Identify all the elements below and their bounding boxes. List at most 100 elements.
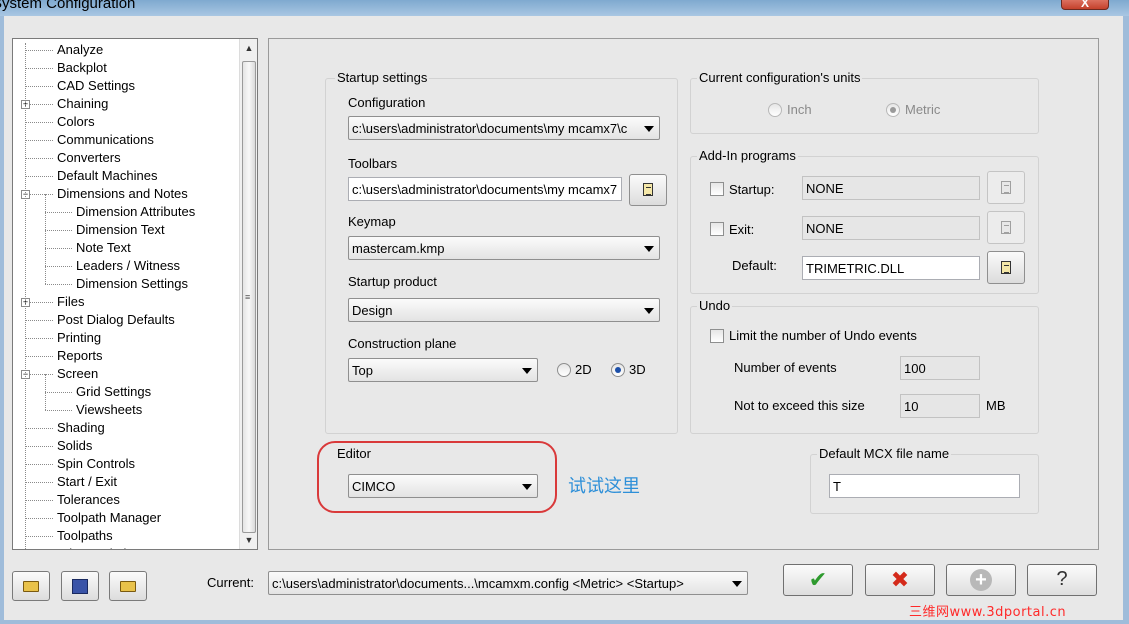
- construction-plane-dropdown[interactable]: Top: [348, 358, 538, 382]
- tree-item[interactable]: Solids: [57, 437, 92, 455]
- plane-2d-radio[interactable]: [557, 363, 571, 377]
- addin-startup-checkbox[interactable]: [710, 182, 724, 196]
- mcx-title: Default MCX file name: [817, 446, 952, 461]
- open-config-button[interactable]: [12, 571, 50, 601]
- merge-config-button[interactable]: [109, 571, 147, 601]
- tree-item[interactable]: Chaining: [57, 95, 108, 113]
- tree-item[interactable]: Dimension Settings: [76, 275, 188, 293]
- undo-events-field[interactable]: 100: [900, 356, 980, 380]
- tree-item[interactable]: Dimension Text: [76, 221, 165, 239]
- current-label: Current:: [207, 575, 254, 590]
- tree-item[interactable]: Toolpath Manager: [57, 509, 161, 527]
- save-config-button[interactable]: [61, 571, 99, 601]
- tree-connector-vertical: [25, 43, 26, 549]
- file-icon: [1001, 221, 1011, 234]
- current-config-dropdown[interactable]: c:\users\administrator\documents...\mcam…: [268, 571, 748, 595]
- tree-connector: [25, 500, 53, 501]
- tree-connector: [25, 446, 53, 447]
- tree-item[interactable]: Default Machines: [57, 167, 157, 185]
- mcx-filename-field[interactable]: T: [829, 474, 1020, 498]
- tree-item[interactable]: Communications: [57, 131, 154, 149]
- addin-default-browse-button[interactable]: [987, 251, 1025, 284]
- close-button[interactable]: X: [1061, 0, 1109, 10]
- undo-size-field[interactable]: 10: [900, 394, 980, 418]
- chevron-down-icon: [644, 246, 654, 252]
- scroll-down-arrow-icon[interactable]: ▼: [240, 531, 257, 549]
- addin-startup-browse-button[interactable]: [987, 171, 1025, 204]
- plane-3d-label: 3D: [629, 362, 646, 377]
- help-button[interactable]: ?: [1027, 564, 1097, 596]
- tree-item[interactable]: Dimensions and Notes: [57, 185, 188, 203]
- tree-item[interactable]: Files: [57, 293, 84, 311]
- startup-product-value: Design: [352, 303, 393, 318]
- undo-limit-checkbox[interactable]: [710, 329, 724, 343]
- settings-tree[interactable]: + − + − Analyze Backplot CAD Settings Chaining…: [12, 38, 258, 550]
- checkmark-icon: ✔: [808, 567, 828, 592]
- tree-item[interactable]: CAD Settings: [57, 77, 135, 95]
- undo-limit-label: Limit the number of Undo events: [729, 328, 917, 343]
- keymap-value: mastercam.kmp: [352, 241, 445, 256]
- cancel-button[interactable]: ✖: [865, 564, 935, 596]
- units-inch-label: Inch: [787, 102, 812, 117]
- tree-item[interactable]: Dimension Attributes: [76, 203, 195, 221]
- addin-exit-label: Exit:: [729, 222, 755, 237]
- keymap-dropdown[interactable]: mastercam.kmp: [348, 236, 660, 260]
- tree-item[interactable]: Backplot: [57, 59, 107, 77]
- construction-plane-value: Top: [352, 363, 373, 378]
- tree-item[interactable]: Post Dialog Defaults: [57, 311, 175, 329]
- apply-button[interactable]: +: [946, 564, 1016, 596]
- tree-item[interactable]: Spin Controls: [57, 455, 135, 473]
- tree-item[interactable]: Grid Settings: [76, 383, 151, 401]
- startup-product-dropdown[interactable]: Design: [348, 298, 660, 322]
- window-border-left: [0, 16, 4, 624]
- startup-settings-title: Startup settings: [335, 70, 430, 85]
- tree-item[interactable]: Wire Backplot: [57, 545, 137, 549]
- plane-2d-label: 2D: [575, 362, 592, 377]
- configuration-dropdown[interactable]: c:\users\administrator\documents\my mcam…: [348, 116, 660, 140]
- tree-item[interactable]: Shading: [57, 419, 105, 437]
- tree-item[interactable]: Tolerances: [57, 491, 120, 509]
- tree-scrollbar[interactable]: ▲ ≡ ▼: [239, 39, 257, 549]
- addins-title: Add-In programs: [697, 148, 798, 163]
- tree-connector: [25, 320, 53, 321]
- tree-item[interactable]: Analyze: [57, 41, 103, 59]
- startup-product-label: Startup product: [348, 274, 437, 289]
- addin-startup-field[interactable]: NONE: [802, 176, 980, 200]
- file-icon: [643, 183, 653, 196]
- plane-3d-radio[interactable]: [611, 363, 625, 377]
- addin-exit-value: NONE: [806, 221, 844, 236]
- undo-title: Undo: [697, 298, 733, 313]
- tree-item[interactable]: Viewsheets: [76, 401, 142, 419]
- tree-connector: [25, 158, 53, 159]
- addin-exit-field[interactable]: NONE: [802, 216, 980, 240]
- units-inch-radio[interactable]: [768, 103, 782, 117]
- tree-connector: [25, 464, 53, 465]
- tree-item[interactable]: Start / Exit: [57, 473, 117, 491]
- units-metric-radio[interactable]: [886, 103, 900, 117]
- tree-connector: [25, 482, 53, 483]
- addin-default-field[interactable]: TRIMETRIC.DLL: [802, 256, 980, 280]
- cross-icon: ✖: [890, 567, 910, 592]
- tree-item[interactable]: Screen: [57, 365, 98, 383]
- annotation-text: 试试这里: [568, 476, 640, 497]
- tree-connector: [45, 392, 72, 393]
- toolbars-field[interactable]: c:\users\administrator\documents\my mcam…: [348, 177, 622, 201]
- ok-button[interactable]: ✔: [783, 564, 853, 596]
- radio-selected-dot: [615, 367, 621, 373]
- scroll-thumb[interactable]: ≡: [242, 61, 256, 533]
- tree-item[interactable]: Note Text: [76, 239, 131, 257]
- tree-item[interactable]: Colors: [57, 113, 95, 131]
- tree-connector-vertical: [45, 374, 46, 410]
- file-icon: [1001, 181, 1011, 194]
- tree-connector: [25, 122, 53, 123]
- tree-item[interactable]: Toolpaths: [57, 527, 113, 545]
- tree-item[interactable]: Reports: [57, 347, 103, 365]
- tree-item[interactable]: Converters: [57, 149, 121, 167]
- toolbars-browse-button[interactable]: [629, 174, 667, 206]
- tree-item[interactable]: Leaders / Witness: [76, 257, 180, 275]
- scroll-up-arrow-icon[interactable]: ▲: [240, 39, 257, 57]
- addin-exit-checkbox[interactable]: [710, 222, 724, 236]
- tree-connector: [25, 518, 53, 519]
- addin-exit-browse-button[interactable]: [987, 211, 1025, 244]
- tree-item[interactable]: Printing: [57, 329, 101, 347]
